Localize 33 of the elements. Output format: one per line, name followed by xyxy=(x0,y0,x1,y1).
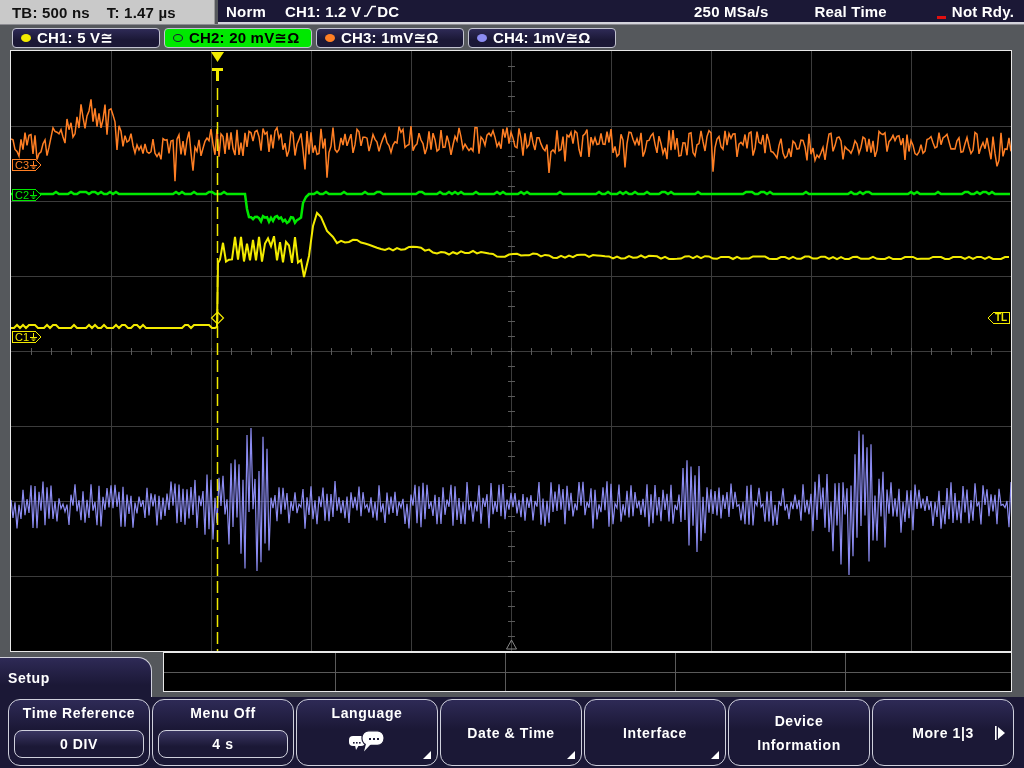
trigger-mode-label: Norm xyxy=(226,2,266,20)
softkey-button[interactable]: More 1|3 xyxy=(872,699,1014,766)
acquisition-state-label: Not Rdy. xyxy=(951,2,1014,20)
trigger-position-icon xyxy=(211,52,224,81)
softkey-button[interactable]: Language xyxy=(296,699,438,766)
diamond-marker-icon xyxy=(210,311,225,325)
value-field: 0 DIV xyxy=(14,730,144,758)
triangle-marker-icon xyxy=(506,639,517,650)
timebase-readout: TB: 500 ns xyxy=(12,3,90,21)
marker-label: C3 xyxy=(15,160,30,170)
trigger-time-readout: T: 1.47 µs xyxy=(106,3,176,21)
rising-edge-icon xyxy=(364,5,377,17)
marker-label: C1 xyxy=(15,332,30,342)
channel-tab[interactable]: CH3: 1mV≅Ω xyxy=(316,27,464,48)
softkey-button[interactable]: Menu Off 4 s xyxy=(152,699,294,766)
sample-rate-label: 250 MSa/s xyxy=(694,2,769,20)
channel-tab[interactable]: CH2: 20 mV≅Ω xyxy=(164,27,312,48)
marker-label: C2 xyxy=(15,190,30,200)
acquisition-mode-label: Real Time xyxy=(814,2,887,20)
speech-bubbles-icon xyxy=(349,730,385,752)
softkey-button[interactable]: Date & Time xyxy=(440,699,582,766)
status-indicator-icon xyxy=(936,16,946,19)
coupling-label: DC xyxy=(377,2,400,20)
channel-tab[interactable]: CH4: 1mV≅Ω xyxy=(468,27,616,48)
channel-tab[interactable]: CH1: 5 V≅ xyxy=(12,27,160,48)
softkey-button[interactable]: Time Reference 0 DIV xyxy=(8,699,150,766)
value-field: 4 s xyxy=(158,730,288,758)
menu-title-panel: Setup xyxy=(0,657,152,697)
next-arrow-icon xyxy=(995,725,1005,740)
softkey-button[interactable]: Device Information xyxy=(728,699,870,766)
trigger-level-marker: TL xyxy=(988,312,1010,324)
softkey-button[interactable]: Interface xyxy=(584,699,726,766)
trigger-source-label: CH1: 1.2 V xyxy=(285,2,362,20)
